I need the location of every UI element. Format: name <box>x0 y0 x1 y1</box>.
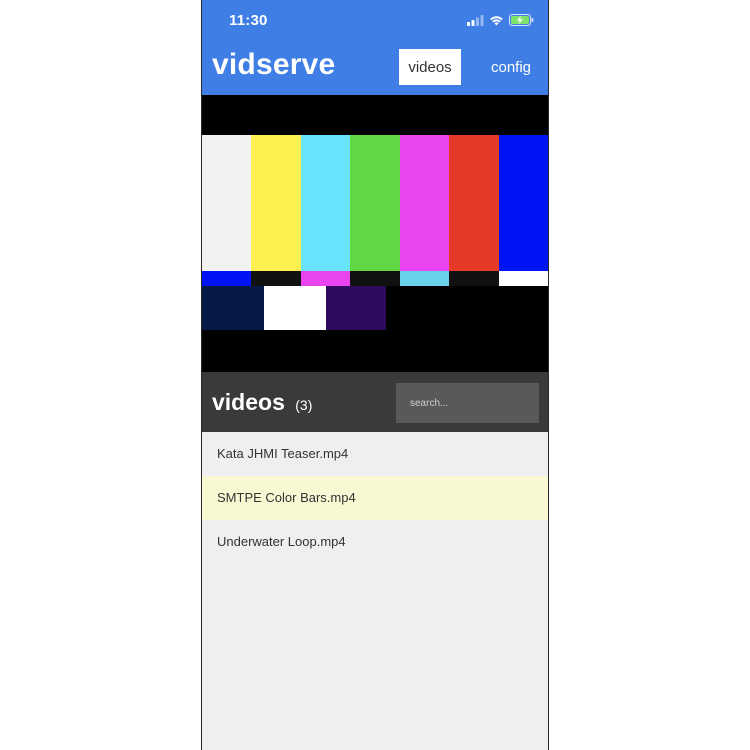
color-bars-middle <box>202 271 548 286</box>
color-bar <box>251 135 301 271</box>
videos-list-header: videos (3) <box>202 372 548 432</box>
color-bar <box>300 135 351 271</box>
status-time: 11:30 <box>229 12 268 29</box>
color-bar <box>350 135 400 271</box>
color-block <box>264 286 326 330</box>
color-block <box>202 286 264 330</box>
color-bar-strip <box>251 271 301 286</box>
color-bar <box>498 135 548 271</box>
color-bar-strip <box>350 271 400 286</box>
video-list-item[interactable]: Underwater Loop.mp4 <box>202 520 548 564</box>
video-list-item[interactable]: SMTPE Color Bars.mp4 <box>202 476 548 520</box>
battery-charging-icon <box>509 13 534 31</box>
video-player[interactable] <box>202 95 548 372</box>
color-block <box>326 286 386 330</box>
app-header: vidserve videos config <box>202 40 548 95</box>
videos-heading-label: videos <box>212 389 285 415</box>
nav-videos-tab[interactable]: videos <box>399 49 461 85</box>
nav-config-tab[interactable]: config <box>480 49 542 85</box>
color-bar-strip <box>399 271 450 286</box>
color-bars-top <box>202 135 548 271</box>
color-bar-strip <box>300 271 351 286</box>
app-title: vidserve <box>212 48 336 81</box>
search-input[interactable] <box>396 383 539 423</box>
color-bar <box>449 135 499 271</box>
status-icons <box>467 13 534 31</box>
wifi-icon <box>489 13 504 31</box>
color-bar-strip <box>449 271 499 286</box>
color-bar <box>202 135 252 271</box>
color-bar-strip <box>498 271 548 286</box>
color-bar <box>399 135 450 271</box>
color-bar-strip <box>202 271 252 286</box>
videos-heading: videos (3) <box>212 389 312 416</box>
status-bar: 11:30 <box>202 0 548 40</box>
videos-count: (3) <box>295 397 313 413</box>
app-screen: 11:30 vidserve videos config videos (3) … <box>201 0 549 750</box>
video-list-item[interactable]: Kata JHMI Teaser.mp4 <box>202 432 548 476</box>
cellular-signal-icon <box>467 13 484 31</box>
video-list: Kata JHMI Teaser.mp4 SMTPE Color Bars.mp4… <box>202 432 548 564</box>
